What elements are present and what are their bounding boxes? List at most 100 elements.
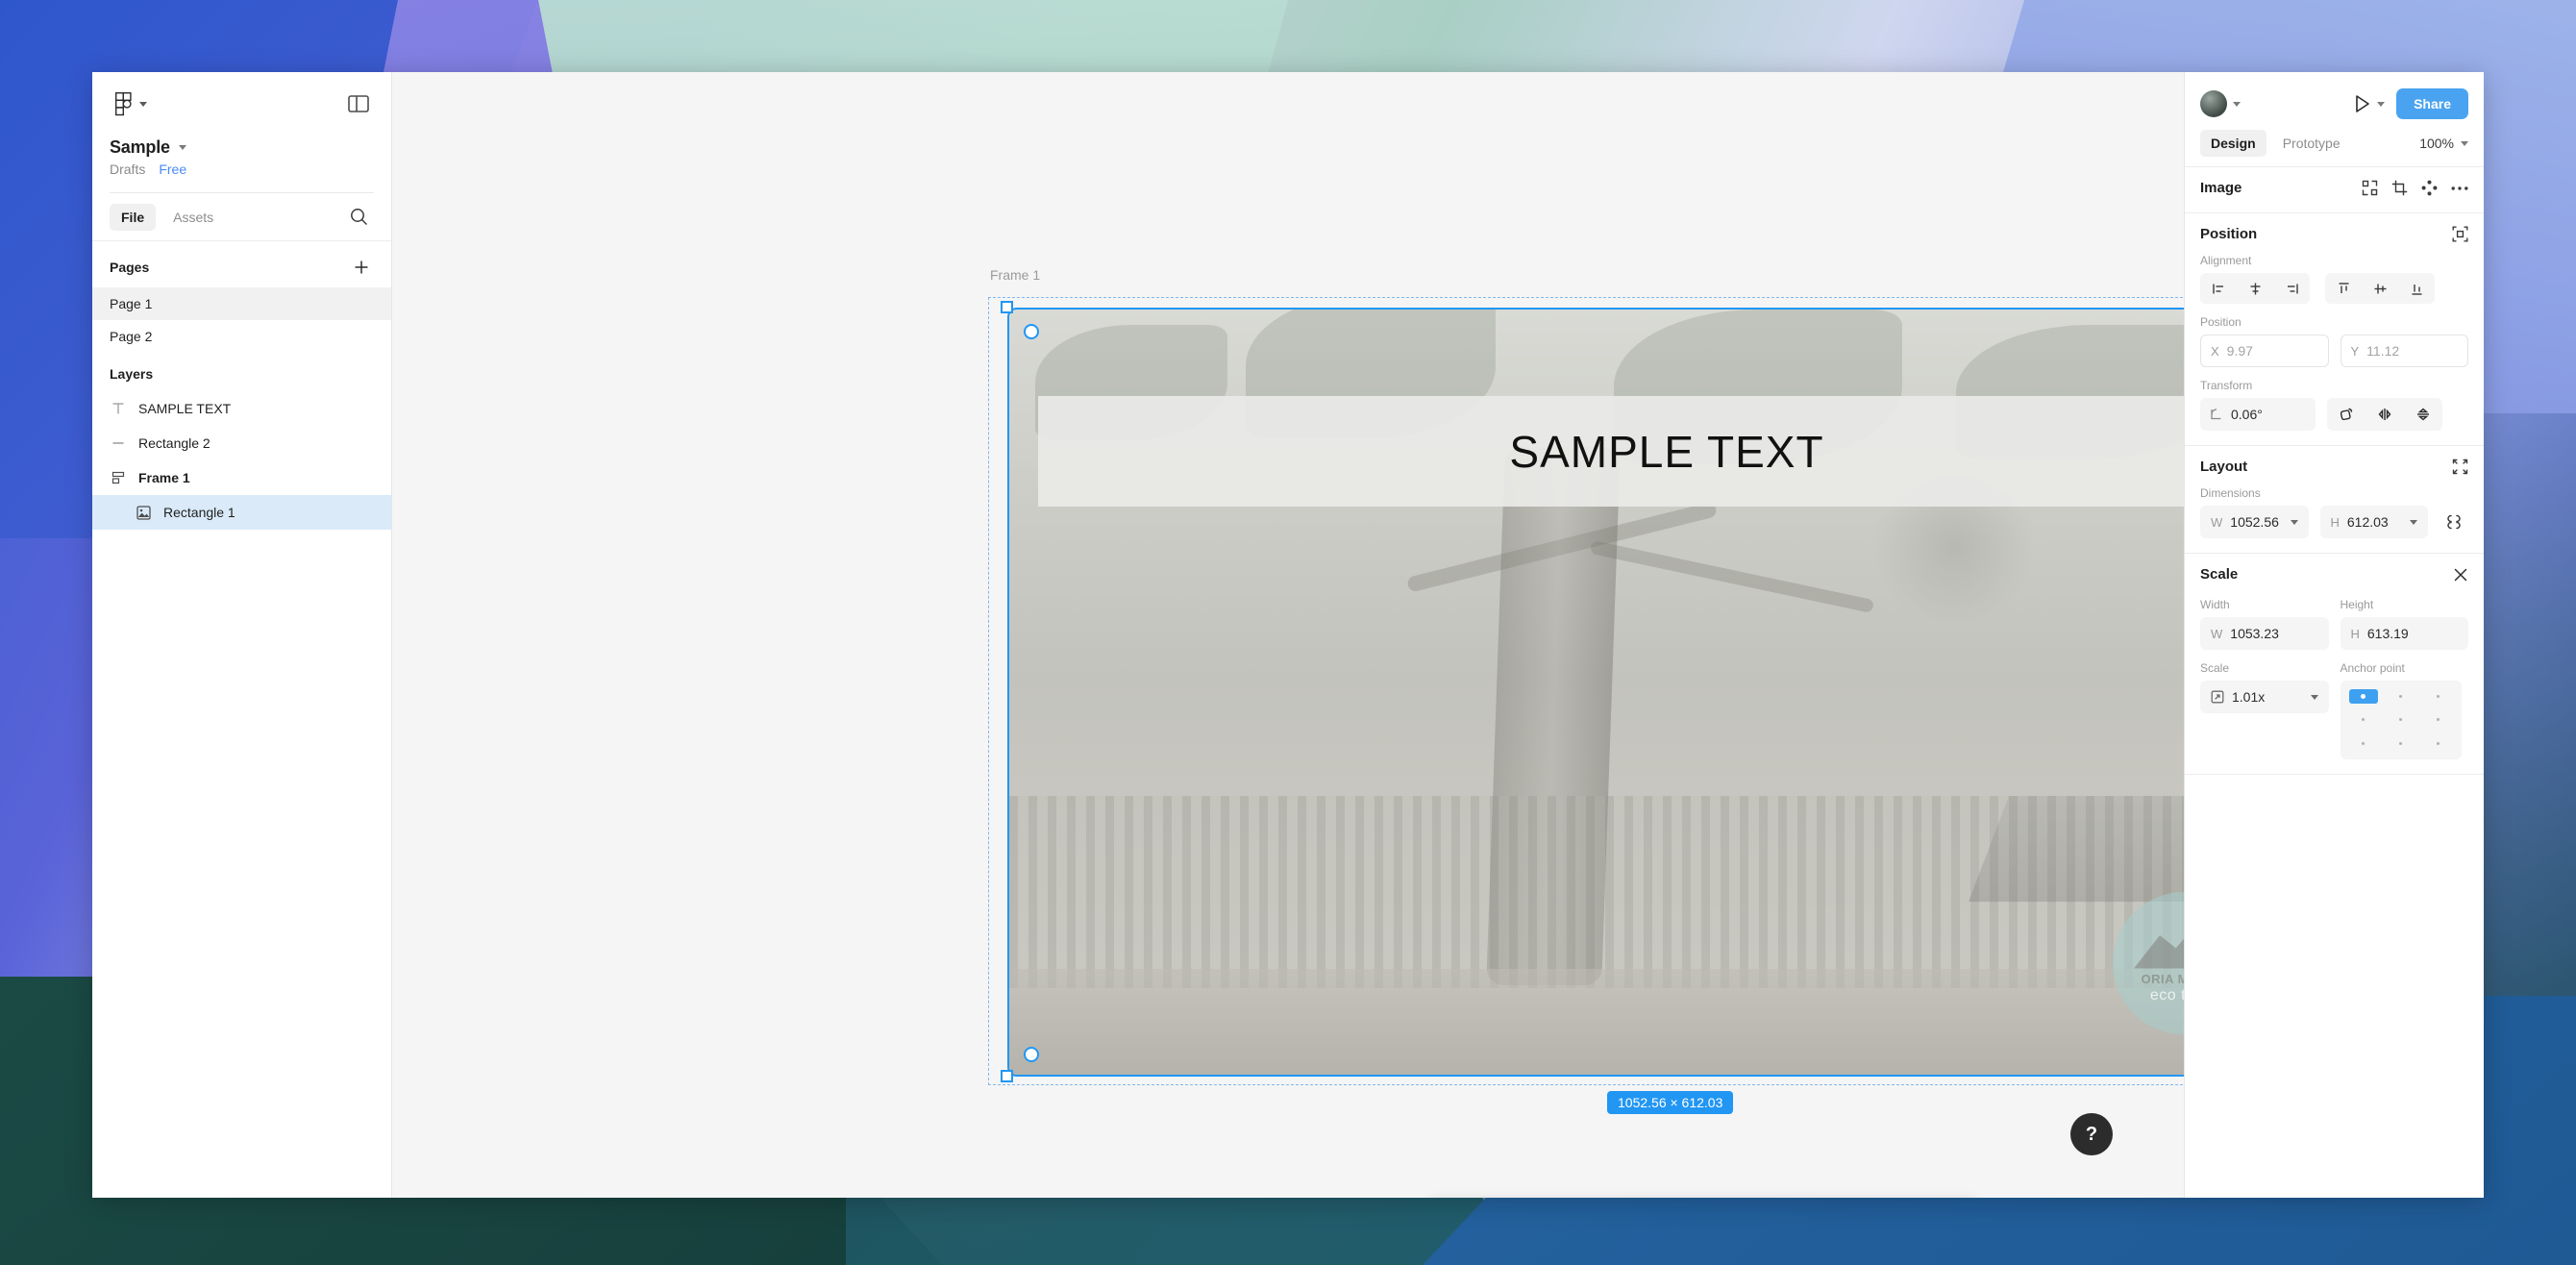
anchor-bottom-center[interactable] <box>2387 736 2415 751</box>
tab-file[interactable]: File <box>110 203 157 231</box>
help-button[interactable]: ? <box>2070 1113 2113 1155</box>
rotation-value: 0.06° <box>2231 407 2263 422</box>
absolute-position-icon[interactable] <box>2452 226 2468 242</box>
h-key: H <box>2350 626 2360 641</box>
layout-section-header: Layout <box>2200 459 2468 475</box>
align-horizontal-center-icon[interactable] <box>2237 273 2273 304</box>
flip-horizontal-icon[interactable] <box>2365 398 2404 431</box>
scale-section: Scale Width W 1053.23 Height H 613.19 Sc… <box>2185 554 2484 775</box>
w-key: W <box>2211 626 2223 641</box>
ground <box>1009 969 2184 1075</box>
layer-row-rectangle-2[interactable]: Rectangle 2 <box>92 426 391 460</box>
user-menu[interactable] <box>2200 90 2241 117</box>
rotation-input[interactable]: 0.06° <box>2200 398 2316 431</box>
anchor-middle-left[interactable] <box>2349 712 2378 727</box>
grid-icon[interactable] <box>2362 180 2378 196</box>
anchor-middle-center[interactable] <box>2387 712 2415 727</box>
layout-section: Layout Dimensions W 1052.56 H 612.03 <box>2185 446 2484 554</box>
anchor-point-grid <box>2340 681 2462 759</box>
scale-icon <box>2211 690 2224 704</box>
play-icon[interactable] <box>2354 94 2371 113</box>
frame-label[interactable]: Frame 1 <box>990 267 1040 283</box>
anchor-top-left[interactable] <box>2348 689 2378 705</box>
y-position-input[interactable]: Y 11.12 <box>2340 335 2468 367</box>
sidebar-item-page-1[interactable]: Page 1 <box>92 287 391 320</box>
plus-icon[interactable] <box>349 255 374 280</box>
height-input[interactable]: H 612.03 <box>2319 506 2428 538</box>
present-group[interactable] <box>2354 94 2386 113</box>
artboard-frame-1[interactable]: ORIA MASAO eco tours SAMPLE TEXT <box>1007 308 2184 1077</box>
align-right-icon[interactable] <box>2273 273 2310 304</box>
resize-handle-bottom-left[interactable] <box>1001 1070 1013 1082</box>
tab-prototype[interactable]: Prototype <box>2272 130 2351 157</box>
close-icon[interactable] <box>2453 567 2468 583</box>
align-top-icon[interactable] <box>2325 273 2362 304</box>
corner-radius-handle-bottom-left[interactable] <box>1024 1047 1039 1062</box>
layer-label: Rectangle 2 <box>138 435 211 451</box>
transform-buttons <box>2327 398 2442 431</box>
watermark-line-1: ORIA MASAO <box>2141 971 2184 986</box>
file-location[interactable]: Drafts <box>110 161 145 177</box>
layer-row-sample-text[interactable]: SAMPLE TEXT <box>92 391 391 426</box>
tab-design[interactable]: Design <box>2200 130 2266 157</box>
corner-radius-icon[interactable] <box>2327 398 2365 431</box>
corner-radius-handle-top-left[interactable] <box>1024 324 1039 339</box>
anchor-bottom-right[interactable] <box>2424 736 2453 751</box>
more-icon[interactable] <box>2451 186 2468 191</box>
share-button[interactable]: Share <box>2396 88 2468 119</box>
w-key: W <box>2211 514 2223 530</box>
anchor-top-right[interactable] <box>2424 689 2453 704</box>
design-prototype-tabs: Design Prototype 100% <box>2185 122 2484 167</box>
x-position-input[interactable]: X 9.97 <box>2200 335 2329 367</box>
anchor-bottom-left[interactable] <box>2349 736 2378 751</box>
search-icon[interactable] <box>344 202 374 232</box>
chevron-down-icon[interactable] <box>2290 519 2298 525</box>
tab-assets[interactable]: Assets <box>161 204 225 231</box>
width-input[interactable]: W 1052.56 <box>2200 506 2309 538</box>
scale-factor-value: 1.01x <box>2232 689 2266 705</box>
chevron-down-icon[interactable] <box>2310 694 2318 700</box>
file-title-row[interactable]: Sample <box>110 137 374 158</box>
figma-menu-button[interactable] <box>110 88 153 120</box>
position-fields: X 9.97 Y 11.12 <box>2200 335 2468 367</box>
plan-badge[interactable]: Free <box>159 161 186 177</box>
align-left-icon[interactable] <box>2200 273 2237 304</box>
chevron-down-icon[interactable] <box>2377 101 2386 107</box>
right-panel-header: Share <box>2185 72 2484 122</box>
scale-height-col: Height H 613.19 <box>2340 586 2468 650</box>
layer-label: Rectangle 1 <box>163 505 235 520</box>
vector-icon[interactable] <box>2421 180 2438 196</box>
resize-icon[interactable] <box>2452 459 2468 475</box>
anchor-top-center[interactable] <box>2387 689 2415 704</box>
canvas-area[interactable]: Frame 1 ORIA MASAO eco tours <box>392 72 2184 1198</box>
layer-row-frame-1[interactable]: Frame 1 <box>92 460 391 495</box>
flip-vertical-icon[interactable] <box>2404 398 2442 431</box>
horizontal-align-group <box>2200 273 2310 304</box>
scale-height-input[interactable]: H 613.19 <box>2340 617 2468 650</box>
position-section: Position Alignment Position X 9.97 Y 11.… <box>2185 213 2484 446</box>
image-section-icons <box>2362 180 2468 196</box>
constrain-proportions-icon[interactable] <box>2440 506 2468 538</box>
layer-label: SAMPLE TEXT <box>138 401 232 416</box>
crop-icon[interactable] <box>2391 180 2408 196</box>
anchor-point-label: Anchor point <box>2340 661 2405 675</box>
scale-width-label: Width <box>2200 598 2230 611</box>
chevron-down-icon[interactable] <box>2410 519 2417 525</box>
anchor-point-col: Anchor point <box>2340 650 2469 759</box>
align-vertical-center-icon[interactable] <box>2362 273 2398 304</box>
transform-controls: 0.06° <box>2200 398 2468 431</box>
position-label: Position <box>2200 315 2242 329</box>
sample-text-layer[interactable]: SAMPLE TEXT <box>1009 396 2184 507</box>
resize-handle-top-left[interactable] <box>1001 301 1013 313</box>
h-key: H <box>2330 514 2340 530</box>
toggle-panels-button[interactable] <box>343 90 374 117</box>
rotation-icon <box>2210 408 2223 421</box>
scale-width-input[interactable]: W 1053.23 <box>2200 617 2329 650</box>
anchor-middle-right[interactable] <box>2424 712 2453 727</box>
align-bottom-icon[interactable] <box>2398 273 2435 304</box>
layer-row-rectangle-1[interactable]: Rectangle 1 <box>92 495 391 530</box>
sidebar-item-page-2[interactable]: Page 2 <box>92 320 391 353</box>
zoom-control[interactable]: 100% <box>2419 136 2468 151</box>
line-layer-icon <box>110 434 127 452</box>
scale-factor-input[interactable]: 1.01x <box>2200 681 2329 713</box>
